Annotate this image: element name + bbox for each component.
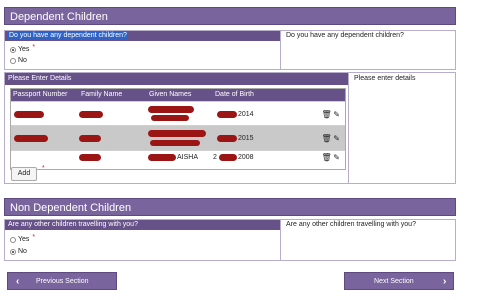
radio-yes-option[interactable]: Yes * — [10, 234, 36, 243]
table-header: Passport Number Family Name Given Names … — [11, 89, 345, 101]
radio-yes-label: Yes — [18, 46, 30, 53]
redacted-given-names — [150, 140, 200, 146]
question-help-text: Do you have any dependent children? — [286, 32, 404, 39]
redacted-passport — [14, 135, 48, 142]
radio-yes-label: Yes — [18, 236, 30, 243]
children-table: Passport Number Family Name Given Names … — [10, 88, 346, 170]
table-row[interactable]: 2015 🗑 ✎ — [11, 125, 345, 150]
pencil-icon[interactable]: ✎ — [333, 110, 340, 119]
radio-no[interactable] — [10, 248, 16, 255]
col-family-name: Family Name — [81, 91, 123, 98]
trash-icon[interactable]: 🗑 — [322, 110, 332, 119]
next-section-label: Next Section — [374, 278, 414, 285]
previous-section-button[interactable]: ‹ Previous Section — [7, 272, 117, 290]
trash-icon[interactable]: 🗑 — [322, 134, 332, 143]
redacted-given-names — [148, 154, 176, 161]
dob-year: 2015 — [238, 135, 254, 142]
row-actions: 🗑 ✎ — [322, 134, 340, 143]
row-actions: 🗑 ✎ — [322, 110, 340, 119]
col-date-of-birth: Date of Birth — [215, 91, 254, 98]
pencil-icon[interactable]: ✎ — [333, 153, 340, 162]
table-row[interactable]: AISHA 2 2008 🗑 ✎ — [11, 150, 345, 164]
children-details-panel: Please Enter Details Passport Number Fam… — [4, 72, 456, 184]
col-passport-number: Passport Number — [13, 91, 68, 98]
details-left-panel: Please Enter Details Passport Number Fam… — [5, 73, 349, 183]
radio-yes[interactable] — [10, 236, 16, 243]
add-child-button[interactable]: Add — [11, 167, 37, 181]
required-asterisk: * — [32, 44, 36, 51]
chevron-right-icon: › — [443, 276, 447, 287]
chevron-left-icon: ‹ — [16, 276, 20, 287]
question-panel: Do you have any dependent children? Yes … — [5, 31, 281, 69]
dob-year: 2014 — [238, 111, 254, 118]
table-row[interactable]: 2014 🗑 ✎ — [11, 101, 345, 125]
dob-year: 2008 — [238, 154, 254, 161]
section-title-non-dependent-children: Non Dependent Children — [4, 198, 456, 216]
question-label: Do you have any dependent children? — [8, 32, 128, 39]
radio-no-label: No — [18, 57, 27, 64]
required-asterisk: * — [42, 165, 45, 172]
redacted-dob — [219, 154, 237, 161]
details-help-text: Please enter details — [354, 75, 416, 82]
other-children-question: Are any other children travelling with y… — [4, 219, 456, 261]
radio-no-option[interactable]: No — [10, 248, 27, 255]
redacted-family-name — [79, 135, 101, 142]
radio-no-label: No — [18, 248, 27, 255]
redacted-family-name — [79, 111, 103, 118]
redacted-dob — [217, 111, 237, 118]
question-help-text: Are any other children travelling with y… — [286, 221, 416, 228]
redacted-passport — [14, 111, 44, 118]
radio-yes[interactable] — [10, 46, 16, 53]
redacted-given-names — [148, 130, 206, 137]
dependent-children-question: Do you have any dependent children? Yes … — [4, 30, 456, 70]
redacted-given-names — [151, 115, 189, 121]
question-header: Do you have any dependent children? — [5, 31, 280, 41]
radio-no[interactable] — [10, 57, 16, 64]
question-header: Are any other children travelling with y… — [5, 220, 280, 230]
given-name-visible: AISHA — [177, 154, 199, 161]
col-given-names: Given Names — [149, 91, 192, 98]
trash-icon[interactable]: 🗑 — [322, 153, 332, 162]
section-title-dependent-children: Dependent Children — [4, 7, 456, 25]
details-header: Please Enter Details — [5, 73, 348, 85]
question-panel: Are any other children travelling with y… — [5, 220, 281, 260]
pencil-icon[interactable]: ✎ — [333, 134, 340, 143]
redacted-dob — [217, 135, 237, 142]
previous-section-label: Previous Section — [36, 278, 89, 285]
radio-yes-option[interactable]: Yes * — [10, 44, 36, 53]
dob-prefix: 2 — [213, 154, 217, 161]
required-asterisk: * — [32, 234, 36, 241]
radio-no-option[interactable]: No — [10, 57, 27, 64]
next-section-button[interactable]: Next Section › — [344, 272, 454, 290]
row-actions: 🗑 ✎ — [322, 153, 340, 162]
redacted-family-name — [79, 154, 101, 161]
redacted-given-names — [148, 106, 194, 113]
